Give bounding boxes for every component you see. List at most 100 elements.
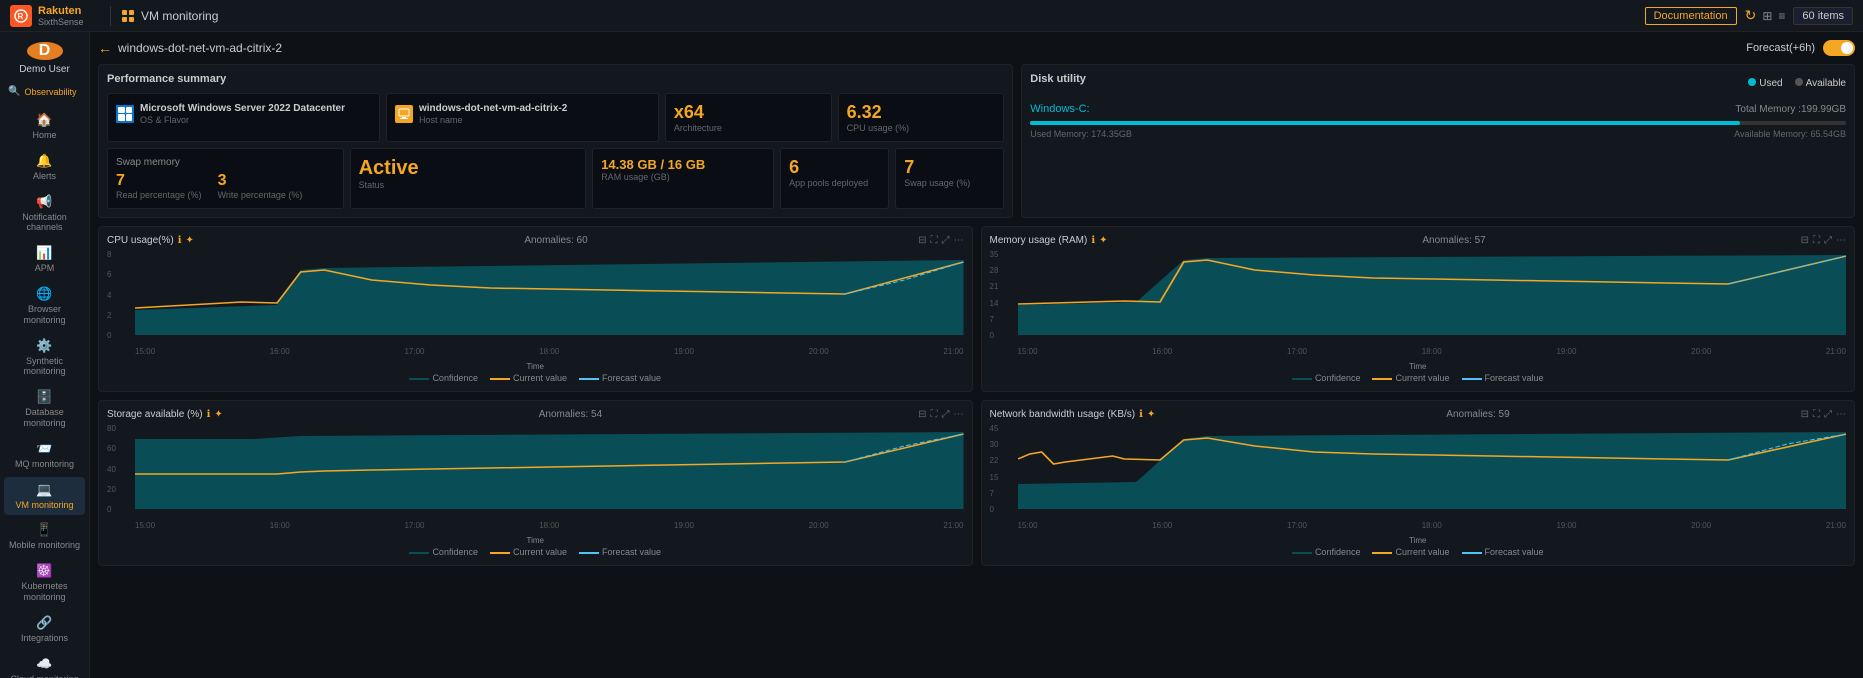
brand-logo: R Rakuten SixthSense [10,5,100,27]
cpu-chart-title: CPU usage(%) ℹ ✦ [107,235,194,246]
stor-expand-icon[interactable]: ⛶ [930,409,937,420]
cpu-chart-panel: CPU usage(%) ℹ ✦ Anomalies: 60 ⊟ ⛶ ⤢ ⋯ 8… [98,226,973,392]
grid-icon[interactable]: ⊞ [1762,9,1772,23]
charts-row-2: Storage available (%) ℹ ✦ Anomalies: 54 … [98,400,1855,566]
sidebar-search[interactable]: 🔍 Observability [0,83,89,100]
cpu-yaxis: 86420 [107,250,135,340]
apps-label: App pools deployed [789,178,880,188]
sidebar-item-label: Integrations [21,633,68,644]
sidebar-item-mobile[interactable]: 📱 Mobile monitoring [4,517,85,556]
status-value: Active [359,157,578,180]
disk-title-row: Disk utility Used Available [1030,73,1846,93]
sidebar-item-label: Cloud monitoring [10,674,78,678]
ram-label: RAM usage (GB) [601,172,765,182]
cpu-expand-icon[interactable]: ⛶ [930,235,937,246]
perf-cards-bottom: Swap memory 7 Read percentage (%) 3 Writ… [107,148,1004,209]
sidebar-item-label: VM monitoring [15,500,73,511]
performance-summary-panel: Performance summary [98,64,1013,218]
memory-chart-actions: ⊟ ⛶ ⤢ ⋯ [1801,235,1846,246]
back-arrow[interactable]: ← [98,40,112,56]
sidebar-search-label: Observability [24,87,76,97]
stor-minimize-icon[interactable]: ⊟ [918,409,926,420]
net-conf-line [1292,552,1312,554]
performance-title: Performance summary [107,73,1004,85]
apps-card: 6 App pools deployed [780,148,889,209]
sidebar-item-database[interactable]: 🗄️ Database monitoring [4,384,85,434]
net-minimize-icon[interactable]: ⊟ [1801,409,1809,420]
sidebar-item-label: Database monitoring [8,407,81,429]
svg-text:R: R [18,12,24,21]
stor-fullscreen-icon[interactable]: ⤢ [941,409,949,420]
disk-bar-track [1030,121,1846,125]
memory-chart-panel: Memory usage (RAM) ℹ ✦ Anomalies: 57 ⊟ ⛶… [981,226,1856,392]
cpu-more-icon[interactable]: ⋯ [953,235,963,246]
stor-current-line [490,552,510,554]
cpu-fullscreen-icon[interactable]: ⤢ [941,235,949,246]
disk-bar-fill [1030,121,1740,125]
memory-info-icon[interactable]: ℹ [1091,235,1095,246]
os-card: Microsoft Windows Server 2022 Datacenter… [107,93,380,142]
cpu-info-icon[interactable]: ℹ [178,235,182,246]
mem-expand-icon[interactable]: ⛶ [1813,235,1820,246]
net-expand-icon[interactable]: ⛶ [1813,409,1820,420]
storage-chart-panel: Storage available (%) ℹ ✦ Anomalies: 54 … [98,400,973,566]
sidebar-item-vm[interactable]: 💻 VM monitoring [4,477,85,516]
alerts-icon: 🔔 [36,153,52,169]
sidebar-item-home[interactable]: 🏠 Home [4,107,85,146]
refresh-icon[interactable]: ↻ [1745,7,1757,24]
sidebar-item-label: Notification channels [8,212,81,234]
used-label: Used [1759,78,1782,89]
topbar: R Rakuten SixthSense VM monitoring Docum… [0,0,1863,32]
os-title: Microsoft Windows Server 2022 Datacenter [140,102,345,115]
topbar-icons: ↻ ⊞ ≡ [1745,7,1786,24]
sidebar-item-alerts[interactable]: 🔔 Alerts [4,148,85,187]
cpu-minimize-icon[interactable]: ⊟ [918,235,926,246]
memory-chart-area [1018,250,1847,340]
net-more-icon[interactable]: ⋯ [1836,409,1846,420]
topbar-right: Documentation ↻ ⊞ ≡ 60 items [1645,7,1853,25]
sidebar-item-integrations[interactable]: 🔗 Integrations [4,610,85,649]
sidebar-user: Demo User [0,64,89,75]
list-icon[interactable]: ≡ [1778,9,1785,23]
sidebar-item-mq[interactable]: 📨 MQ monitoring [4,436,85,475]
sidebar-item-browser[interactable]: 🌐 Browser monitoring [4,281,85,331]
memory-xlabel: Time [990,362,1847,371]
sidebar: D Demo User 🔍 Observability 🏠 Home 🔔 Ale… [0,32,90,678]
stor-more-icon[interactable]: ⋯ [953,409,963,420]
forecast-toggle[interactable] [1823,40,1855,56]
net-forecast-line [1462,552,1482,554]
notification-icon: 📢 [36,194,52,210]
cpu-spark-icon: ✦ [186,235,194,246]
mem-more-icon[interactable]: ⋯ [1836,235,1846,246]
swap-read-label: Read percentage (%) [116,190,202,200]
documentation-button[interactable]: Documentation [1645,7,1737,25]
swap-usage-label: Swap usage (%) [904,178,995,188]
home-icon: 🏠 [36,112,52,128]
cpu-card: 6.32 CPU usage (%) [838,93,1005,142]
charts-row-1: CPU usage(%) ℹ ✦ Anomalies: 60 ⊟ ⛶ ⤢ ⋯ 8… [98,226,1855,392]
sidebar-item-apm[interactable]: 📊 APM [4,240,85,279]
network-chart-title: Network bandwidth usage (KB/s) ℹ ✦ [990,409,1156,420]
net-fullscreen-icon[interactable]: ⤢ [1824,409,1832,420]
main-content: ← windows-dot-net-vm-ad-citrix-2 Forecas… [90,32,1863,678]
disk-title: Disk utility [1030,73,1086,85]
sidebar-item-synthetic[interactable]: ⚙️ Synthetic monitoring [4,333,85,383]
memory-legend: Confidence Current value Forecast value [990,373,1847,383]
network-info-icon[interactable]: ℹ [1139,409,1143,420]
storage-legend: Confidence Current value Forecast value [107,547,964,557]
search-icon: 🔍 [8,86,20,97]
hostname-subtitle: Host name [419,115,567,125]
network-chart-body: 4530221570 15:0016:0017:0018:0019:0020:0… [990,424,1847,534]
swap-title: Swap memory [116,157,335,168]
mq-icon: 📨 [36,441,52,457]
sidebar-item-notification[interactable]: 📢 Notification channels [4,189,85,239]
sidebar-item-cloud[interactable]: ☁️ Cloud monitoring [4,651,85,678]
sidebar-item-kubernetes[interactable]: ☸️ Kubernetes monitoring [4,558,85,608]
storage-info-icon[interactable]: ℹ [207,409,211,420]
sidebar-item-label: MQ monitoring [15,459,74,470]
storage-chart-area [135,424,964,514]
mem-fullscreen-icon[interactable]: ⤢ [1824,235,1832,246]
vm-icon: 💻 [36,482,52,498]
mem-minimize-icon[interactable]: ⊟ [1801,235,1809,246]
forecast-area: Forecast(+6h) [1746,40,1855,56]
